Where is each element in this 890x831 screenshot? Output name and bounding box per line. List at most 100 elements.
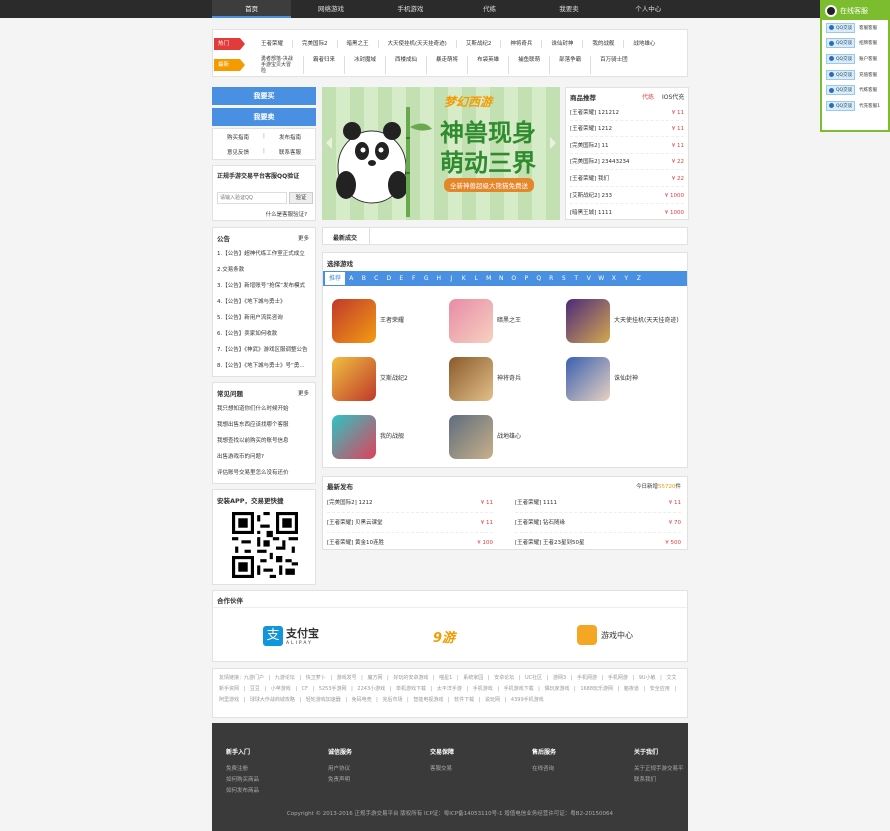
footer-link[interactable]: 如何发布商品 <box>226 786 306 797</box>
hot-link[interactable]: 我的战舰 <box>583 40 625 48</box>
sell-guide-link[interactable]: 发布指南 <box>279 133 301 141</box>
notice-item[interactable]: 1.【公告】超神代练工作室正式成立 <box>217 246 311 262</box>
qq-chat-button[interactable]: QQ交谈 <box>826 53 856 64</box>
game-card[interactable]: 大天使挂机(天天挂奇迹) <box>566 299 684 343</box>
filter-letter[interactable]: E <box>395 275 408 282</box>
recommend-row[interactable]: [王者荣耀] 121212 ¥ 11 <box>570 105 684 121</box>
nav-home[interactable]: 首页 <box>212 0 292 18</box>
filter-letter[interactable]: Y <box>620 275 633 282</box>
game-card[interactable]: 暗黑之王 <box>449 299 567 343</box>
footer-link[interactable]: 免费注册 <box>226 764 306 775</box>
filter-letter[interactable]: R <box>545 275 558 282</box>
sell-button[interactable]: 我要卖 <box>212 108 316 126</box>
game-card[interactable]: 我的战舰 <box>332 415 450 459</box>
notice-item[interactable]: 4.【公告】《地下城与勇士》 <box>217 294 311 310</box>
notice-more-link[interactable]: 更多 <box>298 234 309 242</box>
verify-qq-input[interactable] <box>217 192 287 204</box>
hot-link[interactable]: 暗黑之王 <box>338 40 379 48</box>
footer-link[interactable]: 在线咨询 <box>532 764 612 775</box>
hot-link[interactable]: 大天使挂机(天天挂奇迹) <box>379 40 457 48</box>
footer-link[interactable]: 免责声明 <box>328 775 408 786</box>
game-card[interactable]: 诛仙封神 <box>566 357 684 401</box>
hot-link[interactable]: 完美国际2 <box>293 40 338 48</box>
filter-letter[interactable]: K <box>458 275 471 282</box>
filter-recommend[interactable]: 推荐 <box>325 272 345 285</box>
alipay-logo[interactable]: 支 支付宝 ALIPAY <box>263 625 319 646</box>
new-link[interactable]: 暴走萌将 <box>427 56 469 74</box>
newest-row[interactable]: [王者荣耀] 王者23星到50星 ¥ 500 <box>515 533 681 553</box>
notice-item[interactable]: 3.【公告】新增账号“抢保”发布模式 <box>217 278 311 294</box>
contact-service-link[interactable]: 联系客服 <box>279 148 301 156</box>
recommend-row[interactable]: [王者荣耀] 我们 ¥ 22 <box>570 171 684 187</box>
qq-chat-button[interactable]: QQ交谈 <box>826 22 856 33</box>
buy-guide-link[interactable]: 购买指南 <box>227 133 249 141</box>
recommend-row[interactable]: [暗黑王城] 1111 ¥ 1000 <box>570 205 684 221</box>
newest-row[interactable]: [王者荣耀] 黄金10连胜 ¥ 100 <box>327 533 493 553</box>
footer-link[interactable]: 如何购买商品 <box>226 775 306 786</box>
filter-letter[interactable]: Z <box>633 275 646 282</box>
nav-sell[interactable]: 我要卖 <box>529 0 608 18</box>
faq-item[interactable]: 出售游戏币的问题? <box>217 449 311 465</box>
new-link[interactable]: 部落争霸 <box>550 56 592 74</box>
hot-link[interactable]: 王者荣耀 <box>252 40 294 48</box>
qq-chat-button[interactable]: QQ交谈 <box>826 69 856 80</box>
hot-link[interactable]: 战地雄心 <box>624 40 664 48</box>
filter-letter[interactable]: S <box>558 275 571 282</box>
filter-letter[interactable]: H <box>433 275 446 282</box>
hot-link[interactable]: 诛仙封神 <box>542 40 584 48</box>
hot-link[interactable]: 神将奇兵 <box>501 40 543 48</box>
new-link[interactable]: 百万骑士团 <box>591 56 637 74</box>
recommend-row[interactable]: [完美国际2] 11 ¥ 11 <box>570 138 684 154</box>
filter-letter[interactable]: M <box>483 275 496 282</box>
filter-letter[interactable]: F <box>408 275 421 282</box>
notice-item[interactable]: 6.【公告】卖家如何收款 <box>217 326 311 342</box>
footer-link[interactable]: 用户协议 <box>328 764 408 775</box>
filter-letter[interactable]: C <box>370 275 383 282</box>
newest-row[interactable]: [王者荣耀] 1111 ¥ 11 <box>515 493 681 513</box>
filter-letter[interactable]: V <box>583 275 596 282</box>
nav-user-center[interactable]: 个人中心 <box>609 0 688 18</box>
footer-link[interactable]: 客服交易 <box>430 764 510 775</box>
new-link[interactable]: 布袋英雄 <box>468 56 510 74</box>
filter-letter[interactable]: P <box>520 275 533 282</box>
qq-chat-button[interactable]: QQ交谈 <box>826 85 856 96</box>
filter-letter[interactable]: Q <box>533 275 546 282</box>
tab-ios-recharge[interactable]: IOS代充 <box>662 92 684 101</box>
game-card[interactable]: 神将奇兵 <box>449 357 567 401</box>
new-link[interactable]: 西楼成仙 <box>386 56 428 74</box>
filter-letter[interactable]: D <box>383 275 396 282</box>
game-card[interactable]: 战地雄心 <box>449 415 567 459</box>
filter-letter[interactable]: O <box>508 275 521 282</box>
new-link[interactable]: 冰封魔域 <box>345 56 387 74</box>
filter-letter[interactable]: G <box>420 275 433 282</box>
notice-item[interactable]: 5.【公告】新用户流民咨询 <box>217 310 311 326</box>
game-card[interactable]: 王者荣耀 <box>332 299 450 343</box>
newest-row[interactable]: [王者荣耀] 钻石随缘 ¥ 70 <box>515 513 681 533</box>
filter-letter[interactable]: T <box>570 275 583 282</box>
new-link[interactable]: 勇者部落-决战手游宝贝大冒险 <box>252 56 304 74</box>
game-card[interactable]: 艾斯战纪2 <box>332 357 450 401</box>
notice-item[interactable]: 7.【公告】《神武》游戏区服调整公告 <box>217 342 311 358</box>
tab-boost[interactable]: 代练 <box>642 92 654 101</box>
qq-chat-button[interactable]: QQ交谈 <box>826 100 856 111</box>
notice-item[interactable]: 2.交易条款 <box>217 262 311 278</box>
filter-letter[interactable]: B <box>358 275 371 282</box>
verify-button[interactable]: 验证 <box>289 192 313 204</box>
faq-item[interactable]: 我想查找以前购买的账号信息 <box>217 433 311 449</box>
new-link[interactable]: 霸者归来 <box>304 56 346 74</box>
promo-banner[interactable]: 梦幻西游 神兽现身 萌动三界 全新神兽超级大熊猫免费送 <box>322 87 560 220</box>
filter-letter[interactable]: L <box>470 275 483 282</box>
newest-row[interactable]: [王者荣耀] 贝黑云课堂 ¥ 11 <box>327 513 493 533</box>
hot-link[interactable]: 艾斯战纪2 <box>457 40 502 48</box>
9you-logo[interactable]: 9游 <box>433 627 455 646</box>
nav-mobile-games[interactable]: 手机游戏 <box>371 0 450 18</box>
filter-letter[interactable]: W <box>595 275 608 282</box>
filter-letter[interactable]: A <box>345 275 358 282</box>
feedback-link[interactable]: 意见反馈 <box>227 148 249 156</box>
recommend-row[interactable]: [完美国际2] 23443234 ¥ 22 <box>570 154 684 170</box>
buy-button[interactable]: 我要买 <box>212 87 316 105</box>
footer-link[interactable]: 关于正规手游交易平 <box>634 764 688 775</box>
nav-online-games[interactable]: 网络游戏 <box>291 0 370 18</box>
footer-link[interactable]: 联系我们 <box>634 775 688 786</box>
nav-boost[interactable]: 代练 <box>450 0 529 18</box>
